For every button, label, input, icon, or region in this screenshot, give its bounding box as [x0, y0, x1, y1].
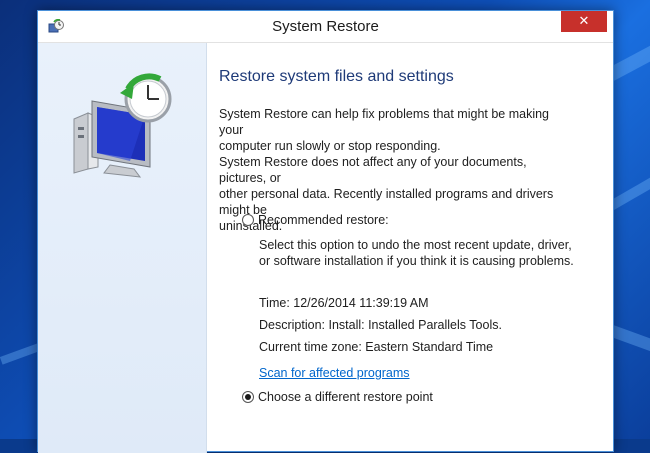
description-line: or software installation if you think it… — [259, 254, 574, 268]
intro-line: System Restore can help fix problems tha… — [219, 107, 550, 137]
computer-restore-clock-icon — [73, 73, 172, 178]
intro-text: System Restore can help fix problems tha… — [219, 106, 569, 154]
close-button[interactable]: ✕ — [561, 11, 607, 32]
recommended-description: Select this option to undo the most rece… — [259, 237, 574, 269]
description-line: Select this option to undo the most rece… — [259, 238, 572, 252]
restore-point-time: Time: 12/26/2014 11:39:19 AM — [259, 296, 429, 310]
page-heading: Restore system files and settings — [219, 68, 454, 85]
title-bar[interactable]: System Restore ✕ — [38, 11, 613, 43]
recommended-restore-radio[interactable] — [242, 214, 254, 226]
desktop-light-stripe — [0, 343, 41, 365]
window-title: System Restore — [272, 18, 379, 35]
intro-line: computer run slowly or stop responding. — [219, 139, 441, 153]
restore-point-description: Description: Install: Installed Parallel… — [259, 318, 502, 332]
content-pane: Restore system files and settings System… — [219, 43, 609, 448]
recommended-restore-option[interactable]: Recommended restore: — [242, 213, 389, 227]
different-restore-point-radio[interactable] — [242, 391, 254, 403]
system-restore-window: System Restore ✕ Restore system files an… — [37, 10, 614, 453]
different-restore-point-option[interactable]: Choose a different restore point — [242, 390, 433, 404]
recommended-restore-label[interactable]: Recommended restore: — [258, 213, 389, 227]
note-line: System Restore does not affect any of yo… — [219, 155, 527, 185]
current-time-zone: Current time zone: Eastern Standard Time — [259, 340, 494, 354]
sidebar — [38, 43, 207, 453]
different-restore-point-label[interactable]: Choose a different restore point — [258, 390, 433, 404]
scan-affected-programs-link[interactable]: Scan for affected programs — [259, 365, 410, 381]
